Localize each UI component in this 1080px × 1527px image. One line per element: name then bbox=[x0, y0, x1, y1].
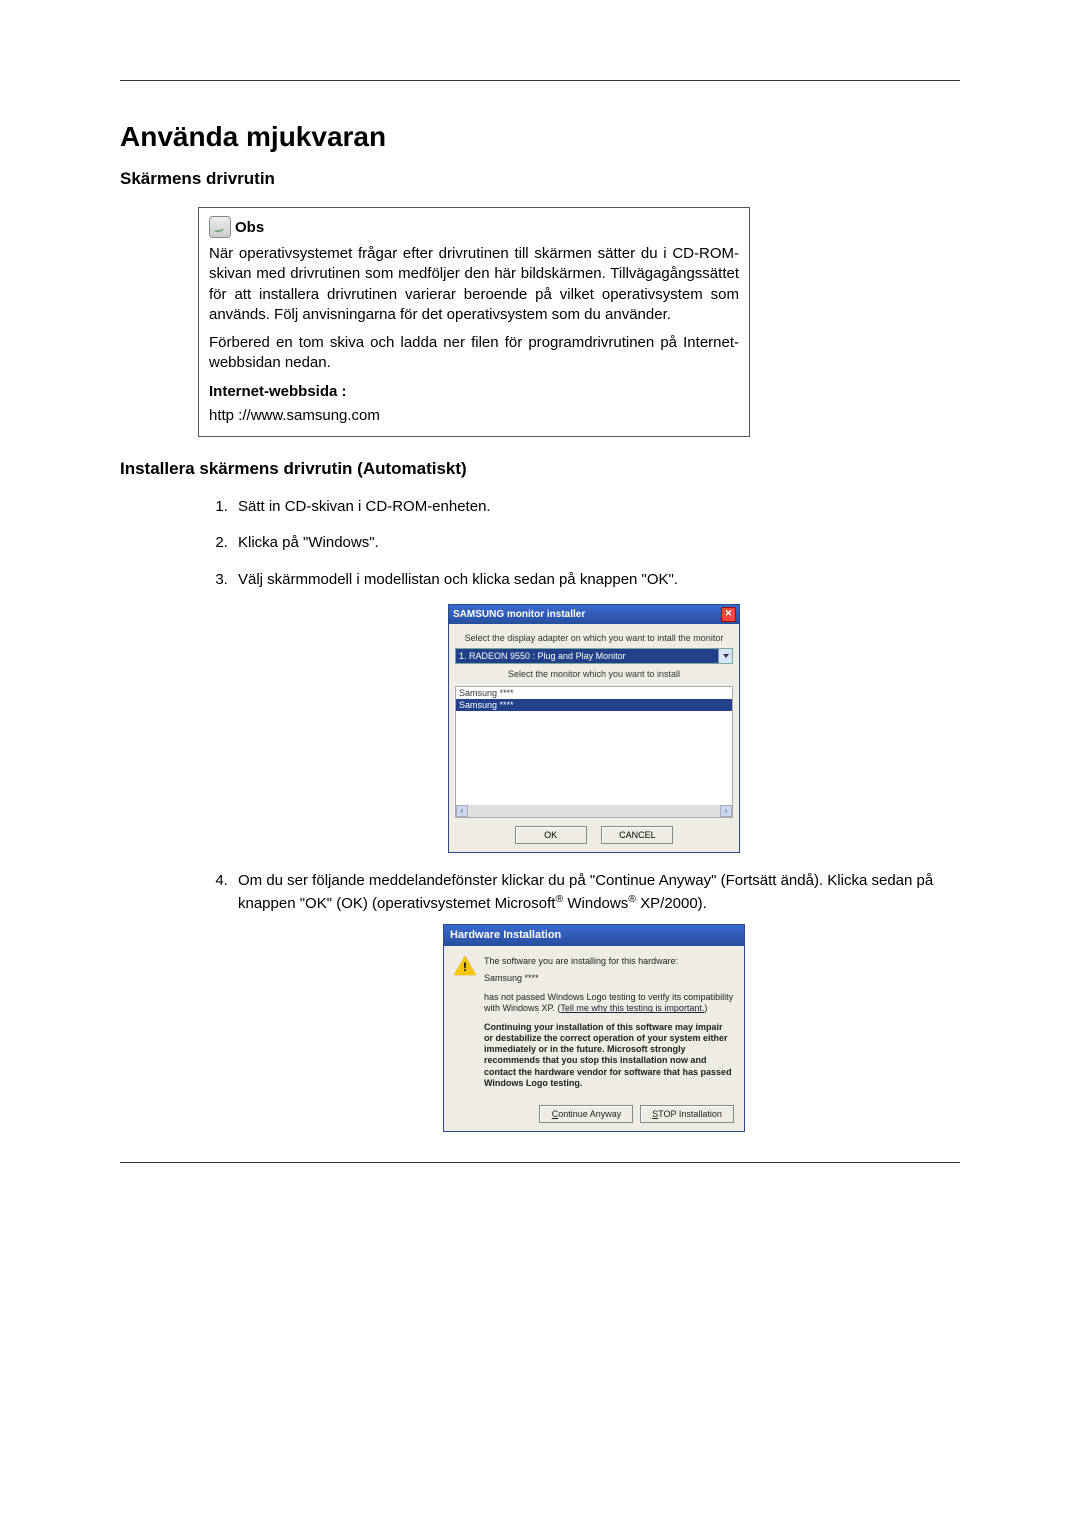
list-item-selected[interactable]: Samsung **** bbox=[456, 699, 732, 711]
installer-instruction-1: Select the display adapter on which you … bbox=[455, 632, 733, 644]
step-3: Välj skärmmodell i modellistan och klick… bbox=[232, 570, 960, 854]
samsung-installer-dialog: SAMSUNG monitor installer ✕ Select the d… bbox=[448, 604, 740, 854]
list-item[interactable]: Samsung **** bbox=[456, 687, 732, 699]
monitor-list[interactable]: Samsung **** Samsung **** ‹ › bbox=[455, 686, 733, 818]
cancel-button[interactable]: CANCEL bbox=[601, 826, 673, 844]
hw-hardware-name: Samsung **** bbox=[484, 973, 734, 984]
step-3-text: Välj skärmmodell i modellistan och klick… bbox=[238, 571, 678, 588]
adapter-dropdown[interactable]: 1. RADEON 9550 : Plug and Play Monitor bbox=[455, 648, 733, 664]
top-rule bbox=[120, 80, 960, 81]
obs-heading: Obs bbox=[235, 218, 264, 238]
step-1: Sätt in CD-skivan i CD-ROM-enheten. bbox=[232, 497, 960, 517]
installer-title: SAMSUNG monitor installer bbox=[453, 608, 585, 622]
obs-paragraph-2: Förbered en tom skiva och ladda ner file… bbox=[209, 333, 739, 374]
horizontal-scrollbar[interactable]: ‹ › bbox=[456, 805, 732, 817]
step-4: Om du ser följande meddelandefönster kli… bbox=[232, 871, 960, 1132]
document-page: Använda mjukvaran Skärmens drivrutin Obs… bbox=[0, 0, 1080, 1223]
installer-instruction-2: Select the monitor which you want to ins… bbox=[455, 668, 733, 680]
hardware-installation-dialog: Hardware Installation ! The software you… bbox=[443, 924, 745, 1132]
bottom-rule bbox=[120, 1162, 960, 1163]
install-heading: Installera skärmens drivrutin (Automatis… bbox=[120, 459, 960, 479]
scroll-right-button[interactable]: › bbox=[720, 805, 732, 817]
section-heading: Skärmens drivrutin bbox=[120, 169, 960, 189]
hw-why-link[interactable]: Tell me why this testing is important. bbox=[560, 1003, 704, 1013]
obs-paragraph-1: När operativsystemet frågar efter drivru… bbox=[209, 244, 739, 325]
scroll-left-button[interactable]: ‹ bbox=[456, 805, 468, 817]
dropdown-button[interactable] bbox=[718, 649, 732, 663]
step-2: Klicka på "Windows". bbox=[232, 533, 960, 553]
obs-box: Obs När operativsystemet frågar efter dr… bbox=[198, 207, 750, 437]
step-4-text-b: Windows bbox=[563, 895, 628, 912]
warning-bang: ! bbox=[454, 959, 476, 975]
warning-icon: ! bbox=[454, 956, 476, 976]
internet-url: http ://www.samsung.com bbox=[209, 406, 739, 426]
stop-installation-button[interactable]: STOP Installation bbox=[640, 1105, 734, 1123]
close-button[interactable]: ✕ bbox=[721, 607, 736, 622]
continue-anyway-button[interactable]: Continue Anyway bbox=[539, 1105, 633, 1123]
ok-button[interactable]: OK bbox=[515, 826, 587, 844]
chevron-down-icon bbox=[723, 654, 729, 658]
adapter-selected: 1. RADEON 9550 : Plug and Play Monitor bbox=[456, 649, 718, 663]
hw-warning-bold: Continuing your installation of this sof… bbox=[484, 1022, 734, 1090]
hw-line-1: The software you are installing for this… bbox=[484, 956, 734, 967]
install-steps: Sätt in CD-skivan i CD-ROM-enheten. Klic… bbox=[120, 497, 960, 1132]
note-icon bbox=[209, 216, 231, 238]
hw-titlebar: Hardware Installation bbox=[444, 925, 744, 946]
internet-label: Internet-webbsida : bbox=[209, 382, 739, 402]
step-4-text-c: XP/2000). bbox=[636, 895, 707, 912]
page-title: Använda mjukvaran bbox=[120, 121, 960, 153]
reg-mark-2: ® bbox=[628, 893, 636, 905]
hw-pass-2: ) bbox=[704, 1003, 707, 1013]
hw-logo-test-text: has not passed Windows Logo testing to v… bbox=[484, 992, 734, 1015]
installer-titlebar: SAMSUNG monitor installer ✕ bbox=[449, 605, 739, 624]
